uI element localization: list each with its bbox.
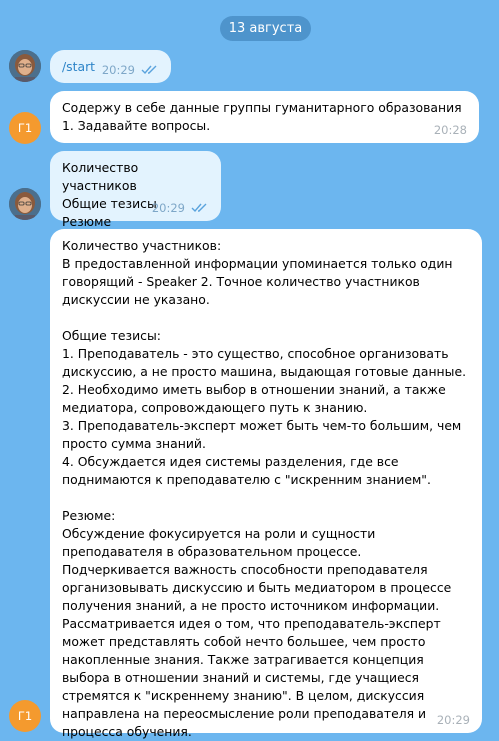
read-double-check-icon [141, 65, 157, 75]
read-double-check-icon [191, 203, 207, 213]
message-meta: 20:29 [102, 61, 159, 79]
message-bubble[interactable]: Содержу в себе данные группы гуманитарно… [50, 91, 479, 143]
message-bubble[interactable]: /start 20:29 [50, 50, 171, 83]
message-text: Количество участников Общие тезисы Резюм… [62, 160, 157, 229]
message-time: 20:29 [151, 201, 185, 215]
date-separator: 13 августа [220, 16, 311, 41]
message-time: 20:28 [433, 123, 467, 137]
message-text: Количество участников: В предоставленной… [62, 238, 467, 739]
message-time: 20:29 [436, 713, 470, 727]
message-text: Содержу в себе данные группы гуманитарно… [62, 100, 466, 133]
bot-avatar-initials: Г1 [17, 121, 33, 135]
bot-avatar-initials: Г1 [17, 709, 33, 723]
bot-avatar[interactable]: Г1 [9, 112, 41, 144]
user-avatar[interactable] [9, 50, 41, 82]
message-meta: 20:29 [437, 711, 470, 729]
message-bubble[interactable]: Количество участников: В предоставленной… [50, 229, 482, 739]
bot-avatar[interactable]: Г1 [9, 700, 41, 732]
user-photo-icon [9, 188, 41, 220]
user-avatar[interactable] [9, 188, 41, 220]
user-photo-icon [9, 50, 41, 82]
message-meta: 20:29 [152, 199, 209, 217]
message-meta: 20:28 [434, 121, 467, 139]
date-separator-label: 13 августа [228, 21, 303, 36]
message-bubble[interactable]: Количество участников Общие тезисы Резюм… [50, 151, 221, 229]
message-time: 20:29 [101, 63, 135, 77]
